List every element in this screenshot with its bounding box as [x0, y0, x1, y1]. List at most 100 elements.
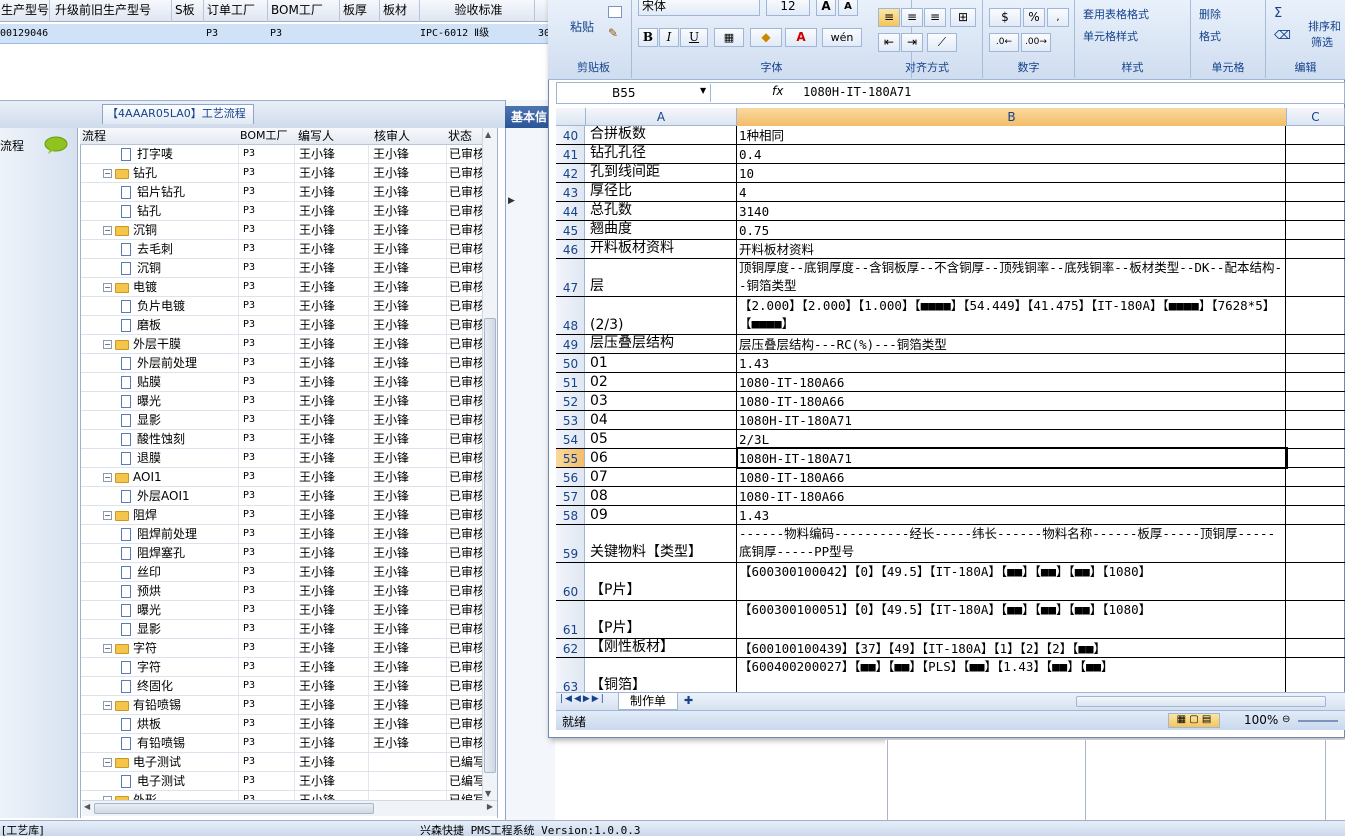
sheet-row[interactable]: 58 09 1.43 — [556, 506, 1345, 525]
tree-node-leaf[interactable]: 沉铜 — [121, 259, 161, 278]
currency-icon[interactable]: $ — [989, 8, 1021, 27]
sheet-row[interactable]: 46 开料板材资料 开料板材资料 — [556, 240, 1345, 259]
tree-row[interactable]: 字符 P3 王小锋 王小锋 已审核 — [81, 658, 486, 677]
row-header[interactable]: 54 — [556, 430, 585, 448]
column-header-a[interactable]: A — [586, 108, 737, 126]
tree-row[interactable]: 沉铜 P3 王小锋 王小锋 已审核 — [81, 259, 486, 278]
sheet-row[interactable]: 49 层压叠层结构 层压叠层结构---RC(%)---铜箔类型 — [556, 335, 1345, 354]
sheet-row[interactable]: 59 关键物料【类型】 ------物料编码----------经长-----纬长-… — [556, 525, 1345, 563]
align-center-icon[interactable]: ≡ — [901, 8, 923, 27]
tree-row[interactable]: 磨板 P3 王小锋 王小锋 已审核 — [81, 316, 486, 335]
tree-row[interactable]: 铝片钻孔 P3 王小锋 王小锋 已审核 — [81, 183, 486, 202]
sheet-row[interactable]: 42 孔到线间距 10 — [556, 164, 1345, 183]
cell-b[interactable]: 【600400200027】【■■】【■■】【PLS】【■■】【1.43】【■■… — [738, 658, 1286, 692]
font-size-select[interactable]: 12 — [766, 0, 810, 16]
collapse-icon[interactable]: − — [103, 473, 112, 482]
row-header[interactable]: 62 — [556, 639, 585, 657]
collapse-icon[interactable]: − — [103, 226, 112, 235]
row-header[interactable]: 45 — [556, 221, 585, 239]
cell-b[interactable]: 1.43 — [738, 506, 1286, 524]
tree-node-leaf[interactable]: 外层AOI1 — [121, 487, 190, 506]
sheet-row[interactable]: 60 【P片】 【600300100042】【0】【49.5】【IT-180A】【■… — [556, 563, 1345, 601]
tree-row[interactable]: 退膜 P3 王小锋 王小锋 已审核 — [81, 449, 486, 468]
tree-node-leaf[interactable]: 终固化 — [121, 677, 173, 696]
decrease-decimal-icon[interactable]: .00→ — [1021, 33, 1051, 52]
col-header-old-model[interactable]: 升级前旧生产型号 — [52, 0, 172, 22]
tree-node-folder[interactable]: − 有铅喷锡 — [103, 696, 181, 715]
tree-col-flow[interactable]: 流程 — [82, 128, 106, 145]
tree-node-leaf[interactable]: 阻焊塞孔 — [121, 544, 185, 563]
tree-row[interactable]: − 钻孔 P3 王小锋 王小锋 已审核 — [81, 164, 486, 183]
tree-node-leaf[interactable]: 磨板 — [121, 316, 161, 335]
cell-a[interactable]: 09 — [587, 506, 737, 524]
delete-button[interactable]: 删除 — [1199, 6, 1221, 22]
row-header[interactable]: 55 — [556, 449, 585, 467]
row-header[interactable]: 63 — [556, 658, 585, 692]
tree-row[interactable]: − 外层干膜 P3 王小锋 王小锋 已审核 — [81, 335, 486, 354]
tree-node-leaf[interactable]: 打字唛 — [121, 145, 173, 164]
paste-button[interactable]: 粘贴 — [570, 18, 594, 35]
tree-node-leaf[interactable]: 曝光 — [121, 392, 161, 411]
collapse-icon[interactable]: − — [103, 758, 112, 767]
row-header[interactable]: 41 — [556, 145, 585, 163]
cell-a[interactable]: 层 — [587, 259, 737, 296]
tree-col-reviewer[interactable]: 核审人 — [374, 128, 410, 145]
cell-a[interactable]: 08 — [587, 487, 737, 505]
cell-a[interactable]: 【P片】 — [587, 601, 737, 638]
row-header[interactable]: 47 — [556, 259, 585, 296]
tree-node-leaf[interactable]: 字符 — [121, 658, 161, 677]
tree-node-folder[interactable]: − 钻孔 — [103, 164, 157, 183]
function-icon[interactable]: fx — [772, 84, 783, 98]
cell-b[interactable]: 1080-IT-180A66 — [738, 392, 1286, 410]
decrease-indent-icon[interactable]: ⇤ — [878, 33, 900, 52]
row-header[interactable]: 46 — [556, 240, 585, 258]
cell-a[interactable]: 04 — [587, 411, 737, 429]
tree-node-leaf[interactable]: 贴膜 — [121, 373, 161, 392]
sheet-row[interactable]: 63 【铜箔】 【600400200027】【■■】【■■】【PLS】【■■】【1.… — [556, 658, 1345, 692]
sheet-row[interactable]: 54 05 2/3L — [556, 430, 1345, 449]
cell-a[interactable]: 合拼板数 — [587, 126, 737, 144]
tree-node-leaf[interactable]: 退膜 — [121, 449, 161, 468]
cell-a[interactable]: 翘曲度 — [587, 221, 737, 239]
sheet-row[interactable]: 50 01 1.43 — [556, 354, 1345, 373]
formula-input[interactable]: 1080H-IT-180A71 — [803, 85, 911, 99]
tree-node-folder[interactable]: − 电镀 — [103, 278, 157, 297]
bold-button[interactable]: B — [638, 28, 658, 47]
increase-decimal-icon[interactable]: .0← — [989, 33, 1019, 52]
tree-node-leaf[interactable]: 去毛刺 — [121, 240, 173, 259]
cell-a[interactable]: 【P片】 — [587, 563, 737, 600]
col-header-material[interactable]: 板材 — [380, 0, 420, 22]
insert-sheet-icon[interactable]: ✚ — [684, 694, 693, 707]
row-header[interactable]: 50 — [556, 354, 585, 372]
cell-style-button[interactable]: 单元格样式 — [1083, 28, 1138, 44]
tree-node-folder[interactable]: − 字符 — [103, 639, 157, 658]
merge-center-icon[interactable]: ⊞ — [950, 8, 976, 27]
zoom-out-icon[interactable]: ⊖ — [1282, 714, 1290, 725]
sheet-row[interactable]: 61 【P片】 【600300100051】【0】【49.5】【IT-180A】【■… — [556, 601, 1345, 639]
tree-node-leaf[interactable]: 电子测试 — [121, 772, 185, 791]
tree-row[interactable]: 丝印 P3 王小锋 王小锋 已审核 — [81, 563, 486, 582]
row-header[interactable]: 52 — [556, 392, 585, 410]
sheet-nav-icons[interactable]: |◀◀▶▶| — [560, 694, 606, 704]
row-header[interactable]: 58 — [556, 506, 585, 524]
tree-node-leaf[interactable]: 预烘 — [121, 582, 161, 601]
col-header-thickness[interactable]: 板厚 — [340, 0, 380, 22]
name-box-dropdown-icon[interactable]: ▼ — [700, 86, 706, 95]
tab-process-flow[interactable]: 【4AAAR05LA0】工艺流程 — [102, 104, 254, 124]
worksheet[interactable]: 40 合拼板数 1种相同 41 钻孔孔径 0.4 42 孔到线间距 10 43 厚径比 4 44 总孔数 3… — [556, 126, 1345, 692]
format-button[interactable]: 格式 — [1199, 28, 1221, 44]
copy-icon[interactable] — [608, 6, 622, 18]
tree-node-leaf[interactable]: 烘板 — [121, 715, 161, 734]
orientation-icon[interactable]: ⟋ — [927, 33, 957, 52]
tree-node-folder[interactable]: − 外层干膜 — [103, 335, 181, 354]
cell-a[interactable]: 02 — [587, 373, 737, 391]
tree-row[interactable]: − 电子测试 P3 王小锋 已编写 — [81, 753, 486, 772]
row-header[interactable]: 42 — [556, 164, 585, 182]
zoom-level[interactable]: 100% — [1244, 713, 1278, 727]
col-header-s-board[interactable]: S板 — [172, 0, 204, 22]
tree-row[interactable]: − 电镀 P3 王小锋 王小锋 已审核 — [81, 278, 486, 297]
tree-node-leaf[interactable]: 丝印 — [121, 563, 161, 582]
collapse-icon[interactable]: − — [103, 644, 112, 653]
cell-a[interactable]: 钻孔孔径 — [587, 145, 737, 163]
cell-b[interactable]: 3140 — [738, 202, 1286, 220]
